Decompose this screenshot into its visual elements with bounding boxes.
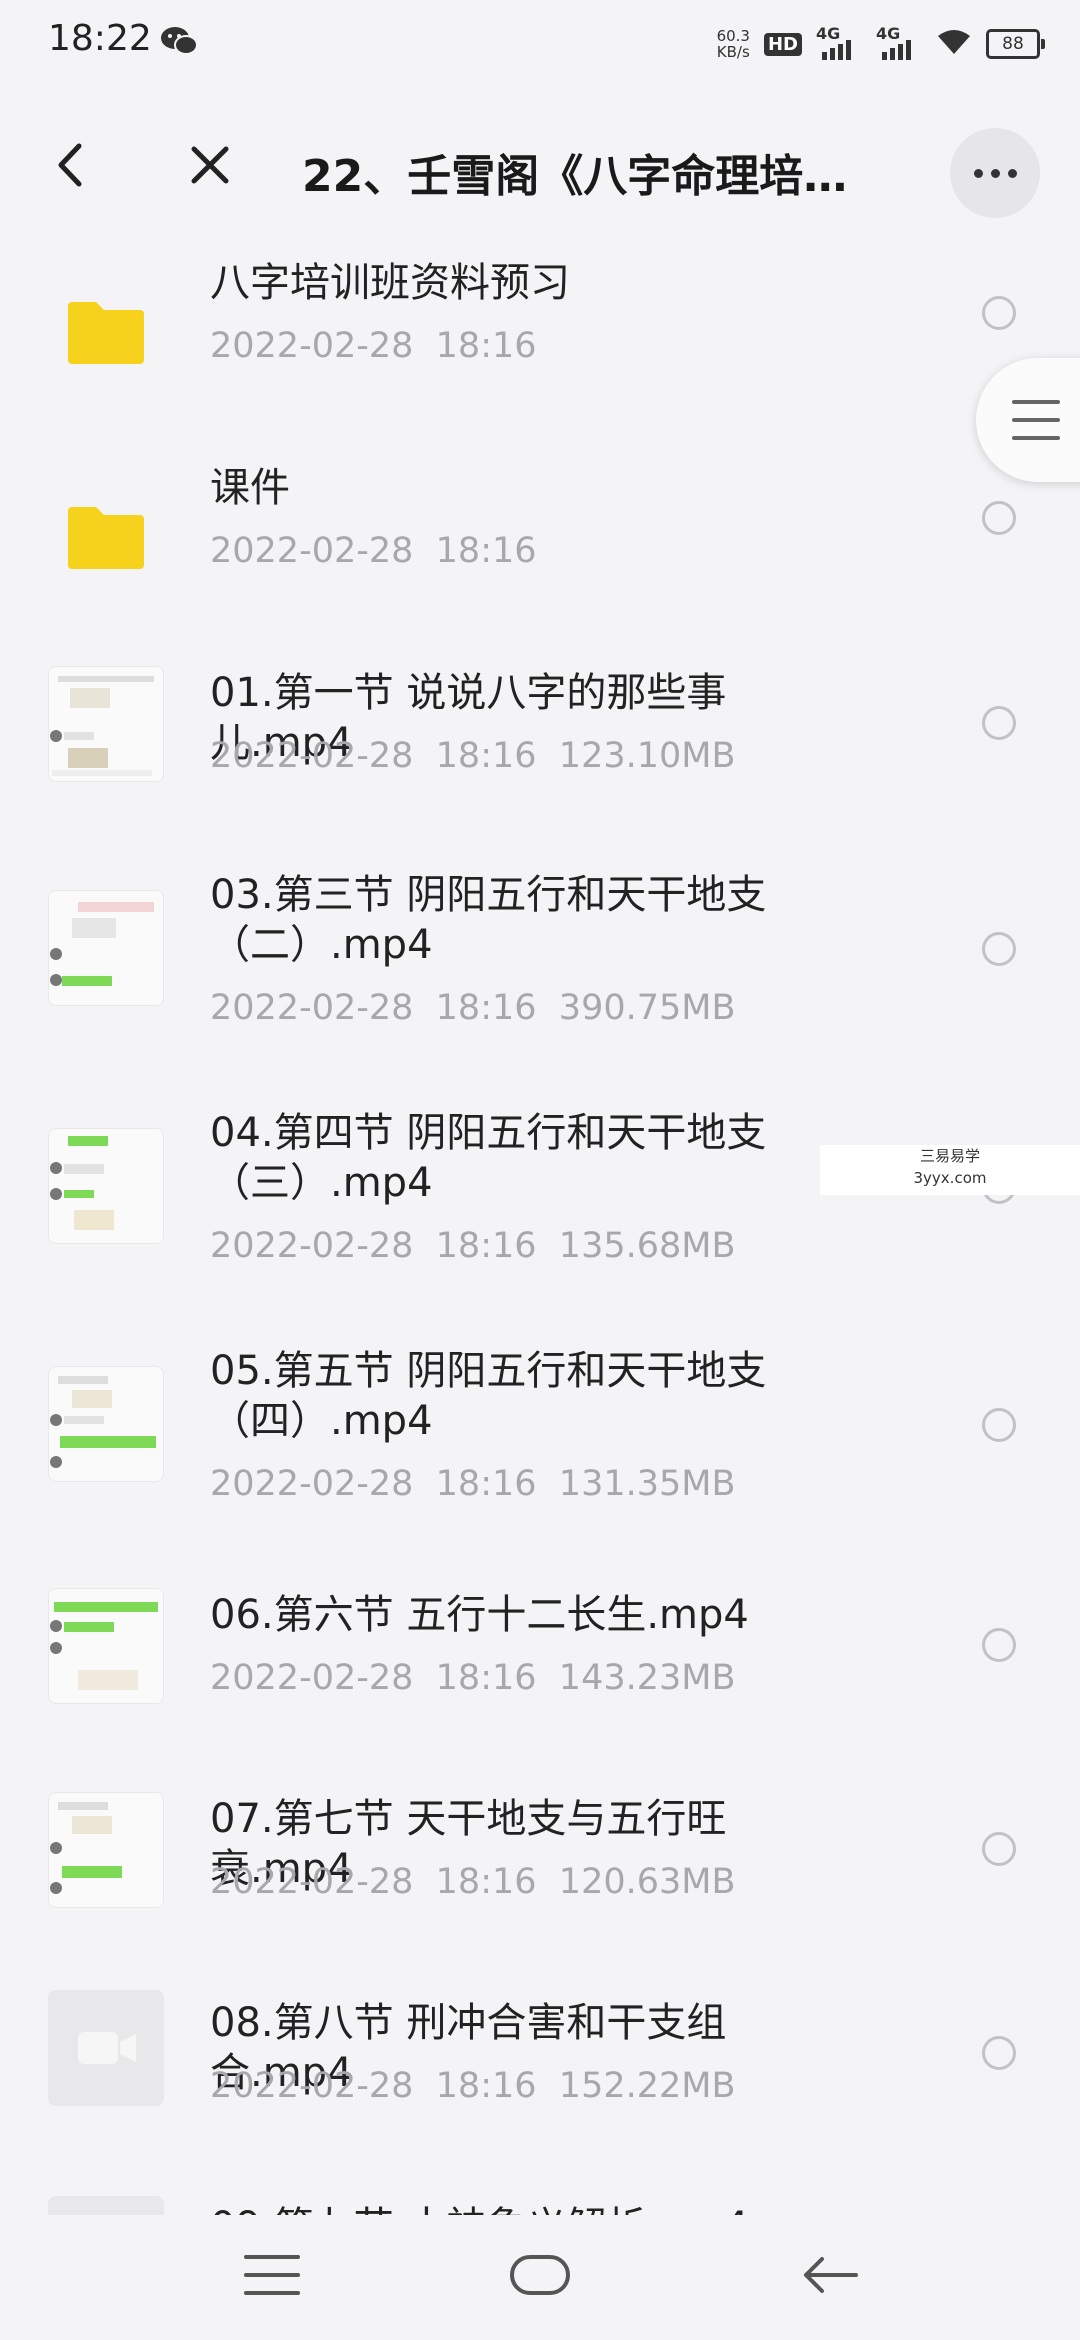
system-navigation-bar: [0, 2215, 1080, 2340]
page-title: 22、壬雪阁《八字命理培…: [302, 151, 848, 202]
network-speed: 60.3 KB/s: [717, 28, 750, 60]
hd-voice-badge: HD: [763, 32, 802, 56]
battery-level: 88: [1002, 34, 1024, 54]
wifi-icon: [936, 28, 972, 60]
floating-menu-handle[interactable]: [976, 358, 1080, 482]
file-date: 2022-02-28 18:16: [210, 531, 537, 571]
home-button[interactable]: [510, 2255, 570, 2295]
file-date: 2022-02-28 18:16: [210, 1464, 537, 1504]
sim2-network-label: 4G: [876, 24, 901, 43]
file-date: 2022-02-28 18:16: [210, 326, 537, 366]
video-thumbnail: [48, 1366, 164, 1482]
file-date: 2022-02-28 18:16: [210, 2066, 537, 2106]
file-size: 390.75MB: [558, 988, 736, 1028]
file-name: 03.第三节 阴阳五行和天干地支（二）.mp4: [210, 872, 767, 968]
file-meta: 2022-02-28 18:16 390.75MB: [210, 988, 735, 1028]
file-date: 2022-02-28 18:16: [210, 1658, 537, 1698]
file-date: 2022-02-28 18:16: [210, 736, 537, 776]
folder-icon: [48, 475, 164, 591]
status-indicators: 60.3 KB/s HD 4G 4G 88: [717, 22, 1045, 66]
select-radio[interactable]: [982, 501, 1016, 535]
close-icon: [191, 146, 229, 184]
file-name: 05.第五节 阴阳五行和天干地支（四）.mp4: [210, 1348, 767, 1444]
file-meta: 2022-02-28 18:16 135.68MB: [210, 1226, 735, 1266]
file-meta: 2022-02-28 18:16 120.63MB: [210, 1862, 735, 1902]
back-nav-button[interactable]: [800, 2253, 860, 2301]
recent-apps-button[interactable]: [244, 2255, 300, 2299]
watermark: 三易易学 3yyx.com: [820, 1145, 1080, 1195]
file-name: 八字培训班资料预习: [210, 260, 570, 306]
file-size: 143.23MB: [558, 1658, 736, 1698]
select-radio[interactable]: [982, 296, 1016, 330]
video-thumbnail: [48, 1792, 164, 1908]
file-name: 课件: [210, 465, 290, 511]
network-speed-unit: KB/s: [716, 43, 750, 61]
select-radio[interactable]: [982, 1832, 1016, 1866]
watermark-line1: 三易易学: [919, 1147, 980, 1165]
file-size: 135.68MB: [558, 1226, 736, 1266]
chevron-left-icon: [58, 143, 82, 187]
file-date: 2022-02-28 18:16: [210, 1226, 537, 1266]
watermark-line2: 3yyx.com: [913, 1169, 987, 1187]
file-size: 152.22MB: [558, 2066, 736, 2106]
status-time: 18:22: [48, 18, 152, 59]
video-thumbnail: [48, 1128, 164, 1244]
file-name: 04.第四节 阴阳五行和天干地支（三）.mp4: [210, 1110, 767, 1206]
signal-sim2-icon: 4G: [876, 24, 922, 60]
select-radio[interactable]: [982, 2036, 1016, 2070]
video-file-icon: [48, 1990, 164, 2106]
file-size: 123.10MB: [558, 736, 736, 776]
select-radio[interactable]: [982, 706, 1016, 740]
file-meta: 2022-02-28 18:16 143.23MB: [210, 1658, 735, 1698]
sim1-network-label: 4G: [816, 24, 841, 43]
back-button[interactable]: [40, 135, 100, 195]
file-date: 2022-02-28 18:16: [210, 1862, 537, 1902]
file-meta: 2022-02-28 18:16 131.35MB: [210, 1464, 735, 1504]
file-name: 06.第六节 五行十二长生.mp4: [210, 1592, 749, 1638]
select-radio[interactable]: [982, 1628, 1016, 1662]
more-options-button[interactable]: [950, 128, 1040, 218]
select-radio[interactable]: [982, 1408, 1016, 1442]
file-meta: 2022-02-28 18:16 152.22MB: [210, 2066, 735, 2106]
video-thumbnail: [48, 1588, 164, 1704]
network-speed-value: 60.3: [716, 27, 750, 45]
wechat-notification-icon: [160, 24, 198, 62]
file-meta: 2022-02-28 18:16 123.10MB: [210, 736, 735, 776]
signal-sim1-icon: 4G: [816, 24, 862, 60]
close-button[interactable]: [180, 135, 240, 195]
file-date: 2022-02-28 18:16: [210, 988, 537, 1028]
select-radio[interactable]: [982, 932, 1016, 966]
more-dots-icon: [973, 168, 983, 178]
video-thumbnail: [48, 890, 164, 1006]
video-thumbnail: [48, 666, 164, 782]
file-size: 120.63MB: [558, 1862, 736, 1902]
header-bar: 22、壬雪阁《八字命理培…: [0, 110, 1080, 220]
battery-icon: 88: [986, 29, 1045, 59]
arrow-left-icon: [804, 2257, 858, 2293]
folder-icon: [48, 270, 164, 386]
status-bar: 18:22 60.3 KB/s HD 4G 4G 88: [0, 0, 1080, 90]
file-size: 131.35MB: [558, 1464, 736, 1504]
